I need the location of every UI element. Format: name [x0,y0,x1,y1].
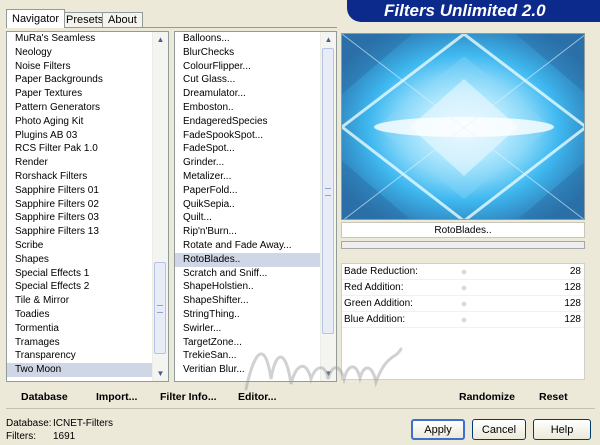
database-link[interactable]: Database [21,391,68,403]
import-link[interactable]: Import... [96,391,137,403]
filter-list-item[interactable]: Metalizer... [175,170,320,184]
slider-marker-icon [461,285,467,291]
randomize-link[interactable]: Randomize [459,391,515,403]
scroll-thumb[interactable] [322,48,334,334]
filter-list-item[interactable]: ShapeShifter... [175,294,320,308]
database-label: Database: [6,418,52,429]
param-label: Red Addition: [344,282,404,293]
help-button[interactable]: Help [533,419,591,440]
filter-list-item[interactable]: EndageredSpecies [175,115,320,129]
filter-list-item[interactable]: QuikSepia.. [175,198,320,212]
category-list-item[interactable]: Special Effects 2 [7,280,152,294]
filter-preview-image [341,33,585,220]
category-list-item[interactable]: Paper Backgrounds [7,73,152,87]
filter-list-item[interactable]: ColourFlipper... [175,60,320,74]
category-list-item[interactable]: Photo Aging Kit [7,115,152,129]
filters-label: Filters: [6,431,36,442]
filter-list[interactable]: Balloons... BlurChecks ColourFlipper... Cut… [175,32,320,381]
category-list-item[interactable]: RCS Filter Pak 1.0 [7,142,152,156]
category-list-item[interactable]: Shapes [7,253,152,267]
category-list-item[interactable]: Sapphire Filters 01 [7,184,152,198]
category-list-item[interactable]: Plugins AB 03 [7,129,152,143]
category-list-item[interactable]: MuRa's Seamless [7,32,152,46]
param-row-red-addition[interactable]: Red Addition: 128 [342,280,584,296]
param-value: 128 [564,282,581,293]
scroll-up-icon[interactable]: ▲ [153,32,168,47]
category-scrollbar[interactable]: ▲ ▼ [152,32,168,381]
category-list[interactable]: MuRa's Seamless Neology Noise Filters Paper… [7,32,152,381]
category-list-item[interactable]: Pattern Generators [7,101,152,115]
filter-list-item[interactable]: ShapeHolstien.. [175,280,320,294]
filter-list-item[interactable]: BlurChecks [175,46,320,60]
filter-list-item[interactable]: StringThing.. [175,308,320,322]
scroll-up-icon[interactable]: ▲ [321,32,336,47]
filter-list-item[interactable]: FadeSpot... [175,142,320,156]
scroll-grip-icon [157,305,163,313]
scroll-grip-icon [325,188,331,196]
param-row-bade-reduction[interactable]: Bade Reduction: 28 [342,264,584,280]
editor-link[interactable]: Editor... [238,391,277,403]
filters-count: 1691 [53,431,76,442]
filter-list-item[interactable]: Grinder... [175,156,320,170]
reset-link[interactable]: Reset [539,391,568,403]
filter-name-field: RotoBlades.. [341,222,585,238]
category-list-item[interactable]: Transparency [7,349,152,363]
param-label: Blue Addition: [344,314,406,325]
param-label: Bade Reduction: [344,266,418,277]
category-list-item[interactable]: Tramages [7,336,152,350]
preview-zoom-slider[interactable] [341,241,585,249]
category-list-item[interactable]: Render [7,156,152,170]
filter-list-panel: Balloons... BlurChecks ColourFlipper... Cut… [174,31,337,382]
filter-list-item[interactable]: PaperFold... [175,184,320,198]
scroll-down-icon[interactable]: ▼ [153,366,168,381]
category-list-item[interactable]: Scribe [7,239,152,253]
filter-info-link[interactable]: Filter Info... [160,391,217,403]
category-list-item[interactable]: Two Moon [7,363,152,377]
filter-list-item[interactable]: Scratch and Sniff... [175,267,320,281]
filter-list-item[interactable]: Cut Glass... [175,73,320,87]
category-list-item[interactable]: Sapphire Filters 02 [7,198,152,212]
filter-list-item[interactable]: Rotate and Fade Away... [175,239,320,253]
tab-navigator[interactable]: Navigator [6,9,66,28]
app-title-banner: Filters Unlimited 2.0 [347,0,600,22]
param-value: 128 [564,314,581,325]
cancel-button[interactable]: Cancel [472,419,526,440]
param-label: Green Addition: [344,298,413,309]
param-row-green-addition[interactable]: Green Addition: 128 [342,296,584,312]
separator [6,408,595,409]
category-list-item[interactable]: Paper Textures [7,87,152,101]
apply-button[interactable]: Apply [411,419,465,440]
slider-marker-icon [461,317,467,323]
database-value: ICNET-Filters [53,418,113,429]
category-list-panel: MuRa's Seamless Neology Noise Filters Paper… [6,31,169,382]
param-row-blue-addition[interactable]: Blue Addition: 128 [342,312,584,328]
filter-list-item[interactable]: RotoBlades.. [175,252,320,267]
slider-marker-icon [461,269,467,275]
param-value: 28 [569,266,581,277]
category-list-item[interactable]: Sapphire Filters 13 [7,225,152,239]
category-list-item[interactable]: Noise Filters [7,60,152,74]
category-list-item[interactable]: Tile & Mirror [7,294,152,308]
category-list-item[interactable]: Tormentia [7,322,152,336]
tab-about[interactable]: About [102,12,143,27]
category-list-item[interactable]: Rorshack Filters [7,170,152,184]
scroll-thumb[interactable] [154,262,166,354]
param-value: 128 [564,298,581,309]
filter-list-item[interactable]: Emboston.. [175,101,320,115]
category-list-item[interactable]: Toadies [7,308,152,322]
category-list-item[interactable]: Sapphire Filters 03 [7,211,152,225]
slider-marker-icon [461,301,467,307]
filter-list-item[interactable]: Dreamulator... [175,87,320,101]
filter-scrollbar[interactable]: ▲ ▼ [320,32,336,381]
category-list-item[interactable]: Neology [7,46,152,60]
filter-list-item[interactable]: FadeSpookSpot... [175,129,320,143]
filter-list-item[interactable]: Balloons... [175,32,320,46]
filter-list-item[interactable]: Rip'n'Burn... [175,225,320,239]
category-list-item[interactable]: Special Effects 1 [7,267,152,281]
filter-list-item[interactable]: Quilt... [175,211,320,225]
